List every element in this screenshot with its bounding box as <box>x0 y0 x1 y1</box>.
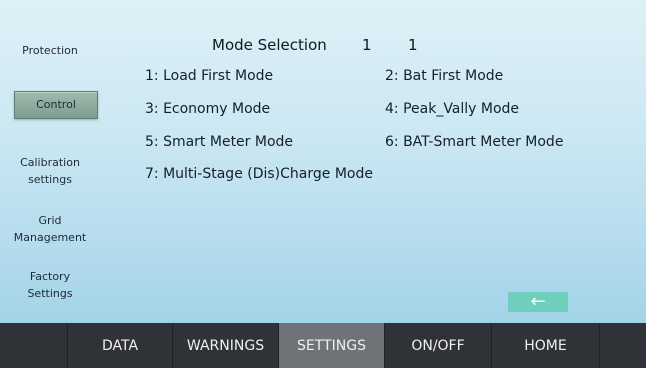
sidebar-item-label: Control <box>36 98 76 111</box>
sidebar-item-label: Factory <box>29 270 71 283</box>
sidebar-item-calibration-settings[interactable]: Calibration settings <box>6 154 94 188</box>
sidebar-item-label: Calibration <box>20 156 80 169</box>
mode-selection-input[interactable]: 1 <box>408 36 418 54</box>
arrow-left-icon: ← <box>530 291 546 312</box>
tab-on-off[interactable]: ON/OFF <box>385 323 492 368</box>
bottom-nav: DATA WARNINGS SETTINGS ON/OFF HOME <box>0 323 646 368</box>
mode-option-6: 6: BAT-Smart Meter Mode <box>385 134 564 150</box>
tab-warnings[interactable]: WARNINGS <box>173 323 279 368</box>
tab-settings[interactable]: SETTINGS <box>279 323 385 368</box>
sidebar-item-label: Grid <box>38 214 62 227</box>
mode-option-7: 7: Multi-Stage (Dis)Charge Mode <box>145 166 373 182</box>
mode-option-3: 3: Economy Mode <box>145 101 271 117</box>
tab-label: WARNINGS <box>186 337 265 354</box>
tab-label: HOME <box>524 337 567 354</box>
sidebar-item-factory-settings[interactable]: Factory Settings <box>6 268 94 302</box>
tab-label: ON/OFF <box>411 337 465 354</box>
mode-option-5: 5: Smart Meter Mode <box>145 134 294 150</box>
nav-spacer <box>0 323 68 368</box>
back-button[interactable]: ← <box>508 292 568 312</box>
mode-option-4: 4: Peak_Vally Mode <box>385 101 520 117</box>
sidebar-item-label: settings <box>28 173 72 186</box>
sidebar-item-label: Protection <box>22 44 78 57</box>
current-mode-value: 1 <box>362 36 372 54</box>
page-title: Mode Selection <box>212 36 327 54</box>
sidebar-item-grid-management[interactable]: Grid Management <box>6 212 94 246</box>
sidebar-item-control[interactable]: Control <box>14 91 98 119</box>
tab-home[interactable]: HOME <box>492 323 600 368</box>
tab-data[interactable]: DATA <box>68 323 173 368</box>
tab-label: SETTINGS <box>297 337 366 354</box>
tab-label: DATA <box>101 337 139 354</box>
mode-option-1: 1: Load First Mode <box>145 68 274 84</box>
mode-option-2: 2: Bat First Mode <box>385 68 504 84</box>
sidebar-item-label: Management <box>13 231 87 244</box>
main-content: Protection Control Calibration settings … <box>0 0 646 323</box>
sidebar-item-label: Settings <box>27 287 73 300</box>
screen: Protection Control Calibration settings … <box>0 0 646 368</box>
sidebar-item-protection[interactable]: Protection <box>6 42 94 59</box>
